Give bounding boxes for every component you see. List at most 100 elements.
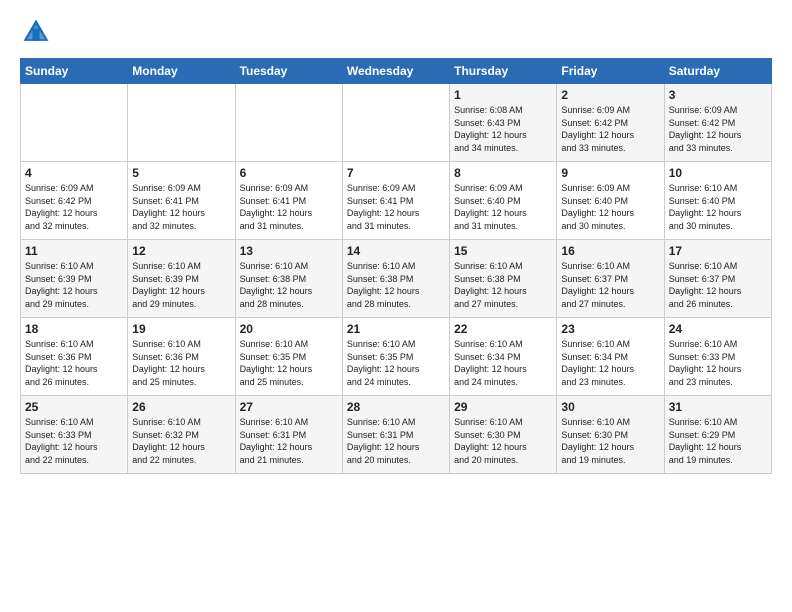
- day-number: 11: [25, 244, 123, 258]
- day-number: 12: [132, 244, 230, 258]
- header-cell-tuesday: Tuesday: [235, 59, 342, 84]
- day-number: 17: [669, 244, 767, 258]
- day-info: Sunrise: 6:10 AM Sunset: 6:36 PM Dayligh…: [25, 338, 123, 388]
- day-cell: 30 Sunrise: 6:10 AM Sunset: 6:30 PM Dayli…: [557, 396, 664, 474]
- day-info: Sunrise: 6:10 AM Sunset: 6:37 PM Dayligh…: [669, 260, 767, 310]
- day-number: 31: [669, 400, 767, 414]
- day-cell: 1 Sunrise: 6:08 AM Sunset: 6:43 PM Daylig…: [450, 84, 557, 162]
- week-row-1: 4 Sunrise: 6:09 AM Sunset: 6:42 PM Daylig…: [21, 162, 772, 240]
- day-info: Sunrise: 6:10 AM Sunset: 6:30 PM Dayligh…: [561, 416, 659, 466]
- day-info: Sunrise: 6:09 AM Sunset: 6:41 PM Dayligh…: [132, 182, 230, 232]
- day-info: Sunrise: 6:10 AM Sunset: 6:39 PM Dayligh…: [132, 260, 230, 310]
- day-number: 1: [454, 88, 552, 102]
- day-info: Sunrise: 6:10 AM Sunset: 6:29 PM Dayligh…: [669, 416, 767, 466]
- day-number: 27: [240, 400, 338, 414]
- day-number: 19: [132, 322, 230, 336]
- day-number: 28: [347, 400, 445, 414]
- calendar-body: 1 Sunrise: 6:08 AM Sunset: 6:43 PM Daylig…: [21, 84, 772, 474]
- day-cell: 8 Sunrise: 6:09 AM Sunset: 6:40 PM Daylig…: [450, 162, 557, 240]
- day-number: 8: [454, 166, 552, 180]
- page: SundayMondayTuesdayWednesdayThursdayFrid…: [0, 0, 792, 484]
- day-number: 25: [25, 400, 123, 414]
- day-cell: 4 Sunrise: 6:09 AM Sunset: 6:42 PM Daylig…: [21, 162, 128, 240]
- day-cell: 20Sunrise: 6:10 AM Sunset: 6:35 PM Dayli…: [235, 318, 342, 396]
- calendar-header: SundayMondayTuesdayWednesdayThursdayFrid…: [21, 59, 772, 84]
- day-number: 10: [669, 166, 767, 180]
- day-number: 7: [347, 166, 445, 180]
- day-info: Sunrise: 6:10 AM Sunset: 6:36 PM Dayligh…: [132, 338, 230, 388]
- header-cell-monday: Monday: [128, 59, 235, 84]
- day-cell: 31 Sunrise: 6:10 AM Sunset: 6:29 PM Dayli…: [664, 396, 771, 474]
- day-cell: 2 Sunrise: 6:09 AM Sunset: 6:42 PM Daylig…: [557, 84, 664, 162]
- day-cell: 3Sunrise: 6:09 AM Sunset: 6:42 PM Daylig…: [664, 84, 771, 162]
- day-cell: 19 Sunrise: 6:10 AM Sunset: 6:36 PM Dayli…: [128, 318, 235, 396]
- day-cell: 9 Sunrise: 6:09 AM Sunset: 6:40 PM Daylig…: [557, 162, 664, 240]
- day-info: Sunrise: 6:09 AM Sunset: 6:42 PM Dayligh…: [561, 104, 659, 154]
- day-info: Sunrise: 6:10 AM Sunset: 6:38 PM Dayligh…: [347, 260, 445, 310]
- header-cell-friday: Friday: [557, 59, 664, 84]
- day-cell: 24 Sunrise: 6:10 AM Sunset: 6:33 PM Dayli…: [664, 318, 771, 396]
- day-number: 26: [132, 400, 230, 414]
- day-number: 4: [25, 166, 123, 180]
- day-info: Sunrise: 6:10 AM Sunset: 6:31 PM Dayligh…: [240, 416, 338, 466]
- day-info: Sunrise: 6:10 AM Sunset: 6:33 PM Dayligh…: [25, 416, 123, 466]
- day-number: 18: [25, 322, 123, 336]
- week-row-3: 18 Sunrise: 6:10 AM Sunset: 6:36 PM Dayli…: [21, 318, 772, 396]
- day-cell: 18 Sunrise: 6:10 AM Sunset: 6:36 PM Dayli…: [21, 318, 128, 396]
- day-number: 5: [132, 166, 230, 180]
- day-cell: 15 Sunrise: 6:10 AM Sunset: 6:38 PM Dayli…: [450, 240, 557, 318]
- header-cell-saturday: Saturday: [664, 59, 771, 84]
- day-cell: 5 Sunrise: 6:09 AM Sunset: 6:41 PM Daylig…: [128, 162, 235, 240]
- day-info: Sunrise: 6:10 AM Sunset: 6:32 PM Dayligh…: [132, 416, 230, 466]
- day-cell: [21, 84, 128, 162]
- day-number: 20: [240, 322, 338, 336]
- day-number: 30: [561, 400, 659, 414]
- day-cell: 6Sunrise: 6:09 AM Sunset: 6:41 PM Daylig…: [235, 162, 342, 240]
- week-row-2: 11 Sunrise: 6:10 AM Sunset: 6:39 PM Dayli…: [21, 240, 772, 318]
- day-cell: 25 Sunrise: 6:10 AM Sunset: 6:33 PM Dayli…: [21, 396, 128, 474]
- day-cell: [128, 84, 235, 162]
- day-info: Sunrise: 6:10 AM Sunset: 6:31 PM Dayligh…: [347, 416, 445, 466]
- day-info: Sunrise: 6:09 AM Sunset: 6:41 PM Dayligh…: [240, 182, 338, 232]
- calendar-table: SundayMondayTuesdayWednesdayThursdayFrid…: [20, 58, 772, 474]
- day-info: Sunrise: 6:10 AM Sunset: 6:34 PM Dayligh…: [561, 338, 659, 388]
- day-cell: 23 Sunrise: 6:10 AM Sunset: 6:34 PM Dayli…: [557, 318, 664, 396]
- day-cell: 11Sunrise: 6:10 AM Sunset: 6:39 PM Dayli…: [21, 240, 128, 318]
- day-number: 21: [347, 322, 445, 336]
- day-cell: 13Sunrise: 6:10 AM Sunset: 6:38 PM Dayli…: [235, 240, 342, 318]
- day-info: Sunrise: 6:09 AM Sunset: 6:40 PM Dayligh…: [561, 182, 659, 232]
- day-number: 23: [561, 322, 659, 336]
- day-number: 9: [561, 166, 659, 180]
- day-info: Sunrise: 6:09 AM Sunset: 6:42 PM Dayligh…: [25, 182, 123, 232]
- header-cell-sunday: Sunday: [21, 59, 128, 84]
- logo: [20, 16, 56, 48]
- day-number: 13: [240, 244, 338, 258]
- day-number: 2: [561, 88, 659, 102]
- day-info: Sunrise: 6:10 AM Sunset: 6:35 PM Dayligh…: [347, 338, 445, 388]
- day-number: 3: [669, 88, 767, 102]
- day-cell: 26 Sunrise: 6:10 AM Sunset: 6:32 PM Dayli…: [128, 396, 235, 474]
- day-cell: 28 Sunrise: 6:10 AM Sunset: 6:31 PM Dayli…: [342, 396, 449, 474]
- day-cell: 10 Sunrise: 6:10 AM Sunset: 6:40 PM Dayli…: [664, 162, 771, 240]
- day-info: Sunrise: 6:09 AM Sunset: 6:40 PM Dayligh…: [454, 182, 552, 232]
- day-info: Sunrise: 6:10 AM Sunset: 6:38 PM Dayligh…: [454, 260, 552, 310]
- day-info: Sunrise: 6:10 AM Sunset: 6:33 PM Dayligh…: [669, 338, 767, 388]
- day-info: Sunrise: 6:10 AM Sunset: 6:40 PM Dayligh…: [669, 182, 767, 232]
- day-cell: 27 Sunrise: 6:10 AM Sunset: 6:31 PM Dayli…: [235, 396, 342, 474]
- logo-icon: [20, 16, 52, 48]
- day-cell: 7Sunrise: 6:09 AM Sunset: 6:41 PM Daylig…: [342, 162, 449, 240]
- header-cell-thursday: Thursday: [450, 59, 557, 84]
- day-cell: 12 Sunrise: 6:10 AM Sunset: 6:39 PM Dayli…: [128, 240, 235, 318]
- week-row-4: 25 Sunrise: 6:10 AM Sunset: 6:33 PM Dayli…: [21, 396, 772, 474]
- day-cell: 29Sunrise: 6:10 AM Sunset: 6:30 PM Dayli…: [450, 396, 557, 474]
- day-number: 24: [669, 322, 767, 336]
- day-info: Sunrise: 6:10 AM Sunset: 6:30 PM Dayligh…: [454, 416, 552, 466]
- header-cell-wednesday: Wednesday: [342, 59, 449, 84]
- day-number: 15: [454, 244, 552, 258]
- day-number: 22: [454, 322, 552, 336]
- day-cell: 16Sunrise: 6:10 AM Sunset: 6:37 PM Dayli…: [557, 240, 664, 318]
- day-info: Sunrise: 6:08 AM Sunset: 6:43 PM Dayligh…: [454, 104, 552, 154]
- header-row: SundayMondayTuesdayWednesdayThursdayFrid…: [21, 59, 772, 84]
- day-cell: 17 Sunrise: 6:10 AM Sunset: 6:37 PM Dayli…: [664, 240, 771, 318]
- day-number: 16: [561, 244, 659, 258]
